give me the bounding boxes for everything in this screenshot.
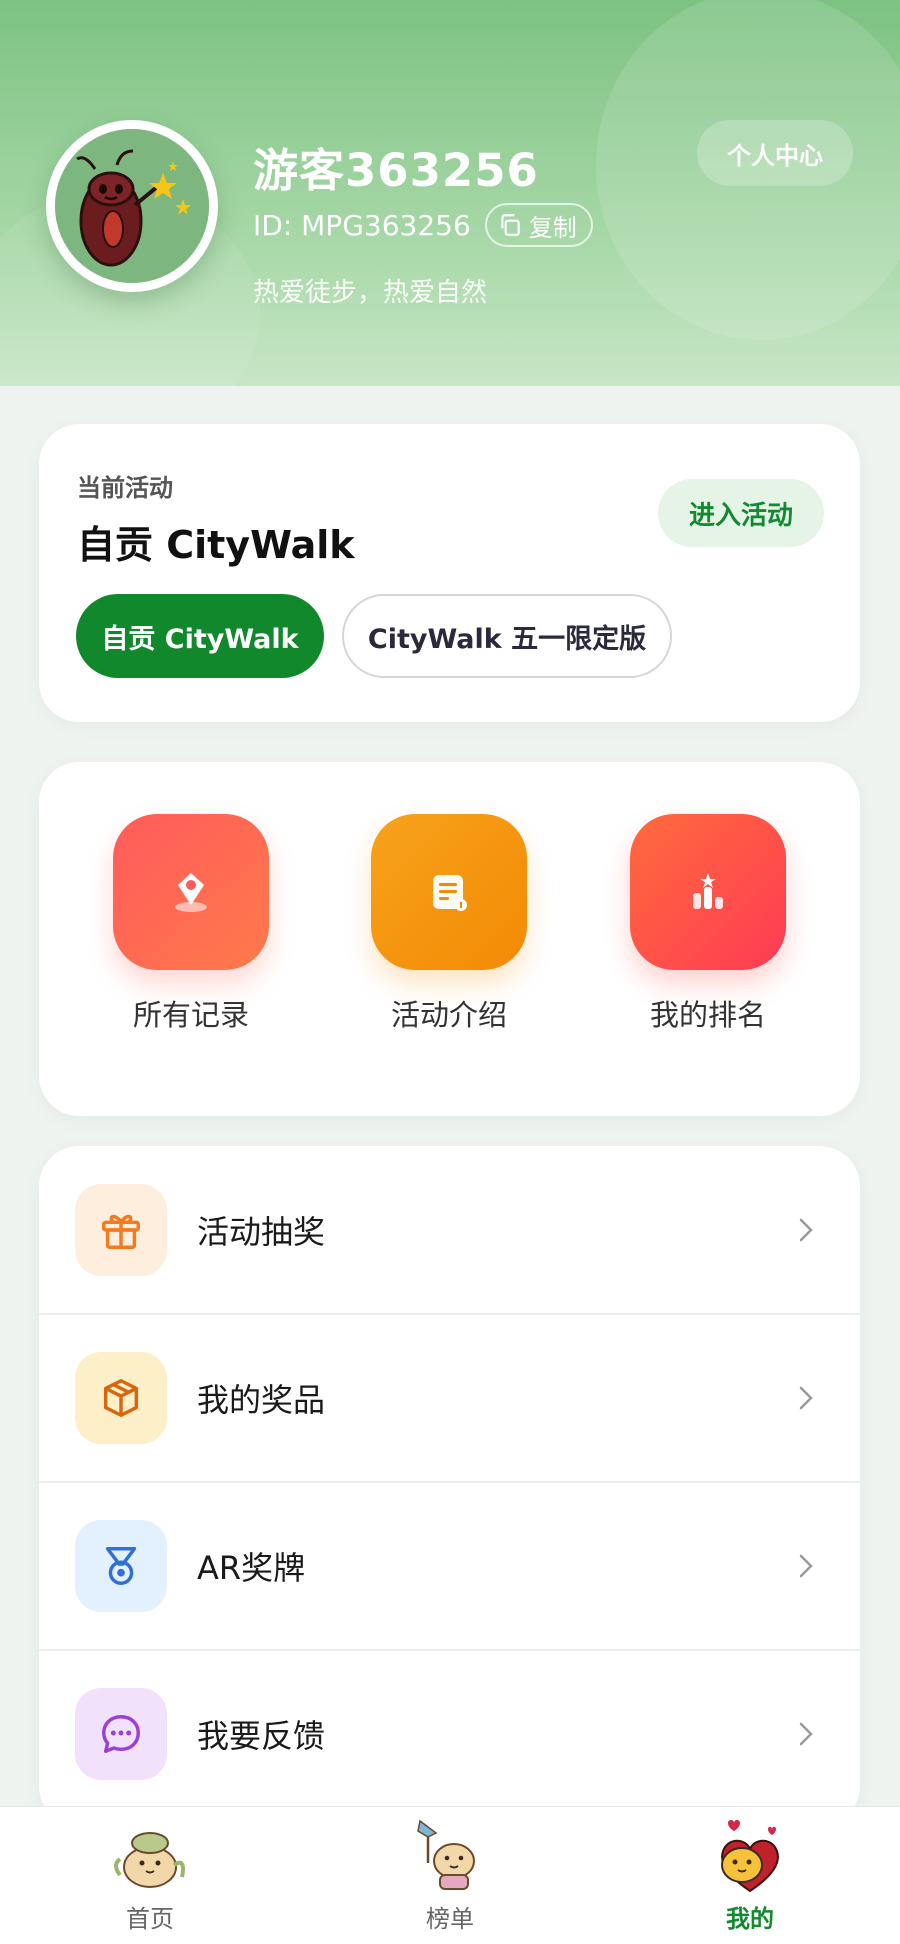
- menu-item-label: 我要反馈: [197, 1717, 326, 1755]
- current-activity-label: 当前活动: [77, 474, 173, 502]
- chevron-right-icon: [799, 1386, 813, 1410]
- quick-action-label: 我的排名: [649, 998, 766, 1032]
- podium-icon: [693, 873, 723, 909]
- avatar[interactable]: [46, 120, 218, 292]
- home-mascot-icon: [114, 1832, 185, 1888]
- profile-header: 游客363256 ID: MPG363256 复制 热爱徒步，热爱自然 个人中心: [0, 0, 900, 386]
- tab-home[interactable]: 首页: [70, 1815, 230, 1934]
- copy-label: 复制: [528, 213, 577, 242]
- tab-label: 首页: [126, 1905, 174, 1933]
- menu-item-feedback[interactable]: 我要反馈: [39, 1650, 860, 1818]
- quick-actions-card: 所有记录 活动介绍 我的排名: [39, 762, 860, 1116]
- copy-icon: [501, 214, 520, 236]
- menu-item-label: 我的奖品: [197, 1381, 326, 1419]
- activity-option-chip[interactable]: CityWalk 五一限定版: [342, 594, 672, 678]
- tab-label: 我的: [726, 1905, 774, 1933]
- user-bio: 热爱徒步，热爱自然: [253, 278, 488, 308]
- box-icon: [103, 1379, 139, 1417]
- quick-action-label: 活动介绍: [390, 998, 507, 1032]
- tab-profile[interactable]: 我的: [670, 1815, 830, 1934]
- ranking-mascot-icon: [417, 1819, 475, 1890]
- menu-item-my-prizes[interactable]: 我的奖品: [39, 1314, 860, 1482]
- menu-item-ar-medal[interactable]: AR奖牌: [39, 1482, 860, 1650]
- enter-activity-button[interactable]: 进入活动: [658, 479, 824, 547]
- tab-ranking[interactable]: 榜单: [370, 1815, 530, 1934]
- document-icon: [433, 875, 467, 911]
- quick-action-all-records[interactable]: 所有记录: [91, 814, 291, 1034]
- menu-item-lottery[interactable]: 活动抽奖: [39, 1146, 860, 1314]
- chevron-right-icon: [799, 1218, 813, 1242]
- medal-icon: [105, 1547, 137, 1585]
- gift-icon: [102, 1214, 140, 1249]
- quick-action-activity-intro[interactable]: 活动介绍: [349, 814, 549, 1034]
- copy-id-button[interactable]: 复制: [484, 203, 593, 247]
- menu-item-label: AR奖牌: [197, 1549, 306, 1587]
- bottom-tab-bar: 首页 榜单 我的: [0, 1806, 900, 1944]
- tab-label: 榜单: [426, 1905, 474, 1933]
- quick-action-my-ranking[interactable]: 我的排名: [608, 814, 808, 1034]
- location-pin-icon: [175, 873, 207, 912]
- user-id: ID: MPG363256: [253, 208, 471, 242]
- menu-item-label: 活动抽奖: [197, 1213, 326, 1251]
- personal-center-button[interactable]: 个人中心: [697, 120, 853, 186]
- username: 游客363256: [253, 144, 539, 197]
- chevron-right-icon: [799, 1554, 813, 1578]
- quick-action-label: 所有记录: [132, 998, 249, 1032]
- chat-icon: [102, 1715, 140, 1753]
- activity-option-chip[interactable]: 自贡 CityWalk: [76, 594, 324, 678]
- menu-list-card: 活动抽奖 我的奖品 AR奖牌 我要反馈: [39, 1146, 860, 1826]
- profile-mascot-icon: [721, 1820, 779, 1893]
- chevron-right-icon: [799, 1722, 813, 1746]
- beetle-mascot-icon: [55, 129, 209, 283]
- user-id-row: ID: MPG363256 复制: [253, 203, 593, 247]
- current-activity-card: 当前活动 自贡 CityWalk 进入活动 自贡 CityWalk CityWa…: [39, 424, 860, 722]
- current-activity-title: 自贡 CityWalk: [77, 523, 355, 567]
